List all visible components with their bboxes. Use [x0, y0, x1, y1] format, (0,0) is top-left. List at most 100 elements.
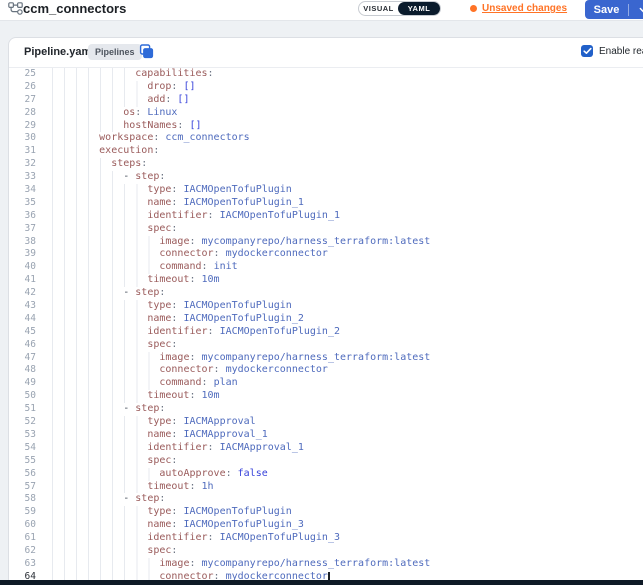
indent-guides: [52, 132, 99, 145]
indent-guides: [52, 403, 123, 416]
code-line[interactable]: 36identifier: IACMOpenTofuPlugin_1: [10, 210, 643, 223]
pipeline-icon: [8, 2, 23, 20]
code-line[interactable]: 43type: IACMOpenTofuPlugin: [10, 300, 643, 313]
code-line[interactable]: 32steps:: [10, 158, 643, 171]
code-line[interactable]: 44name: IACMOpenTofuPlugin_2: [10, 313, 643, 326]
indent-guides: [52, 352, 159, 365]
indent-guides: [52, 68, 135, 81]
line-number: 27: [10, 94, 45, 107]
code-line[interactable]: 39connector: mydockerconnector: [10, 248, 643, 261]
check-icon: [583, 47, 592, 55]
indent-guides: [52, 558, 159, 571]
line-number: 48: [10, 364, 45, 377]
code-line[interactable]: 56autoApprove: false: [10, 468, 643, 481]
code-line[interactable]: 52type: IACMApproval: [10, 416, 643, 429]
indent-guides: [52, 326, 147, 339]
code-line[interactable]: 42- step:: [10, 287, 643, 300]
line-number: 38: [10, 236, 45, 249]
code-line[interactable]: 38image: mycompanyrepo/harness_terraform…: [10, 236, 643, 249]
line-number: 43: [10, 300, 45, 313]
indent-guides: [52, 94, 147, 107]
pipelines-badge: Pipelines: [88, 44, 142, 60]
indent-guides: [52, 197, 147, 210]
code-line[interactable]: 58- step:: [10, 493, 643, 506]
code-line[interactable]: 26drop: []: [10, 81, 643, 94]
code-line[interactable]: 34type: IACMOpenTofuPlugin: [10, 184, 643, 197]
save-button[interactable]: Save: [585, 0, 643, 19]
line-number: 61: [10, 532, 45, 545]
line-number: 39: [10, 248, 45, 261]
indent-guides: [52, 481, 147, 494]
enable-checkbox[interactable]: [581, 45, 593, 57]
code-line[interactable]: 25capabilities:: [10, 68, 643, 81]
line-number: 25: [10, 68, 45, 81]
file-tab-row: Pipeline.yaml Pipelines Enable read/: [9, 38, 643, 68]
code-line[interactable]: 60name: IACMOpenTofuPlugin_3: [10, 519, 643, 532]
code-line[interactable]: 59type: IACMOpenTofuPlugin: [10, 506, 643, 519]
code-line[interactable]: 57timeout: 1h: [10, 481, 643, 494]
code-line[interactable]: 35name: IACMOpenTofuPlugin_1: [10, 197, 643, 210]
code-line[interactable]: 55spec:: [10, 455, 643, 468]
unsaved-changes[interactable]: Unsaved changes: [470, 3, 567, 14]
code-line[interactable]: 37spec:: [10, 223, 643, 236]
code-line[interactable]: 50timeout: 10m: [10, 390, 643, 403]
line-number: 59: [10, 506, 45, 519]
code-line[interactable]: 61identifier: IACMOpenTofuPlugin_3: [10, 532, 643, 545]
code-line[interactable]: 63image: mycompanyrepo/harness_terraform…: [10, 558, 643, 571]
code-line[interactable]: 53name: IACMApproval_1: [10, 429, 643, 442]
line-number: 49: [10, 377, 45, 390]
indent-guides: [52, 145, 99, 158]
line-number: 42: [10, 287, 45, 300]
unsaved-dot-icon: [470, 5, 477, 12]
code-line[interactable]: 48connector: mydockerconnector: [10, 364, 643, 377]
code-line[interactable]: 45identifier: IACMOpenTofuPlugin_2: [10, 326, 643, 339]
code-line[interactable]: 30workspace: ccm_connectors: [10, 132, 643, 145]
code-line[interactable]: 47image: mycompanyrepo/harness_terraform…: [10, 352, 643, 365]
code-line[interactable]: 54identifier: IACMApproval_1: [10, 442, 643, 455]
indent-guides: [52, 429, 147, 442]
indent-guides: [52, 287, 123, 300]
line-number: 31: [10, 145, 45, 158]
indent-guides: [52, 171, 123, 184]
indent-guides: [52, 442, 147, 455]
code-line[interactable]: 46spec:: [10, 339, 643, 352]
unsaved-changes-link[interactable]: Unsaved changes: [482, 3, 567, 14]
line-number: 41: [10, 274, 45, 287]
indent-guides: [52, 506, 147, 519]
enable-readonly-toggle[interactable]: Enable read/: [581, 45, 643, 57]
line-number: 54: [10, 442, 45, 455]
line-number: 60: [10, 519, 45, 532]
toggle-yaml[interactable]: YAML: [398, 2, 440, 15]
line-number: 55: [10, 455, 45, 468]
copy-yaml-button[interactable]: [139, 44, 154, 64]
save-dropdown-button[interactable]: [629, 5, 643, 15]
code-line[interactable]: 27add: []: [10, 94, 643, 107]
line-number: 26: [10, 81, 45, 94]
line-number: 63: [10, 558, 45, 571]
code-line[interactable]: 49command: plan: [10, 377, 643, 390]
code-line[interactable]: 62spec:: [10, 545, 643, 558]
line-number: 36: [10, 210, 45, 223]
indent-guides: [52, 390, 147, 403]
indent-guides: [52, 236, 159, 249]
indent-guides: [52, 81, 147, 94]
toggle-visual[interactable]: VISUAL: [359, 2, 398, 15]
code-line[interactable]: 40command: init: [10, 261, 643, 274]
line-number: 34: [10, 184, 45, 197]
indent-guides: [52, 274, 147, 287]
code-line[interactable]: 28os: Linux: [10, 107, 643, 120]
code-line[interactable]: 41timeout: 10m: [10, 274, 643, 287]
code-line[interactable]: 29hostNames: []: [10, 120, 643, 133]
code-line[interactable]: 33- step:: [10, 171, 643, 184]
code-line[interactable]: 31execution:: [10, 145, 643, 158]
line-number: 28: [10, 107, 45, 120]
header-gap: [0, 21, 643, 37]
visual-yaml-toggle[interactable]: VISUAL YAML: [358, 1, 441, 16]
indent-guides: [52, 455, 147, 468]
line-number: 52: [10, 416, 45, 429]
line-number: 46: [10, 339, 45, 352]
save-button-label[interactable]: Save: [585, 4, 628, 16]
line-number: 45: [10, 326, 45, 339]
code-line[interactable]: 51- step:: [10, 403, 643, 416]
yaml-editor[interactable]: 25capabilities:26drop: []27add: []28os: …: [10, 68, 643, 585]
